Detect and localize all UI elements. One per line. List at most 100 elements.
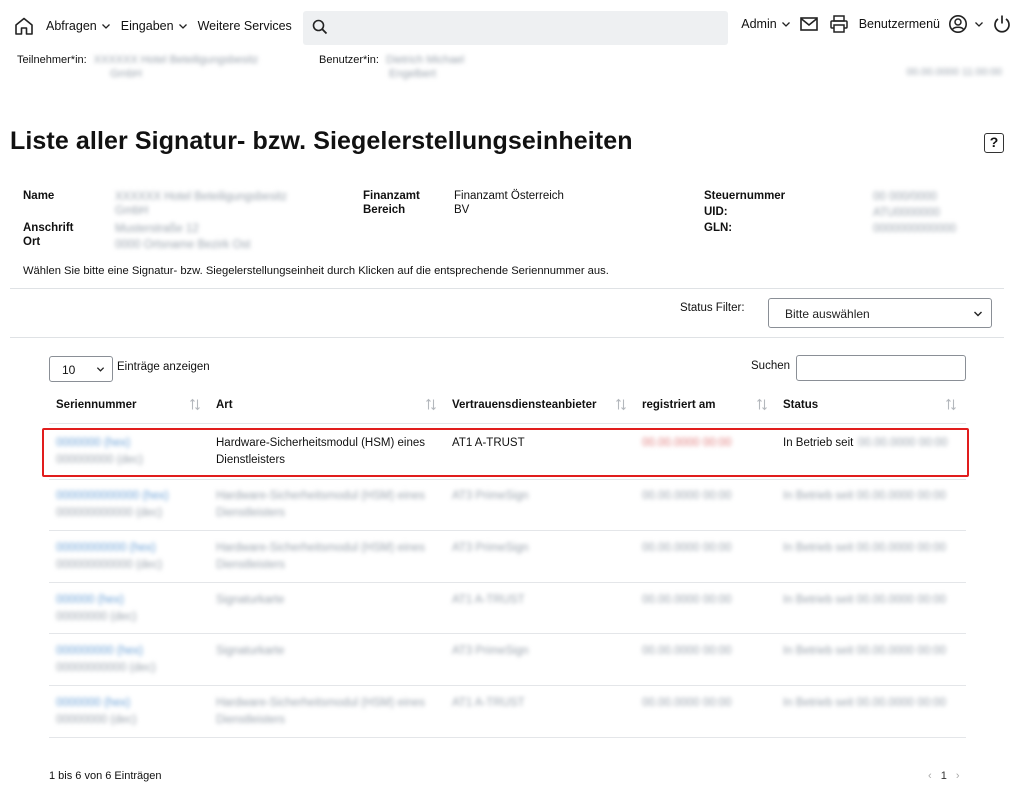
participant-value: XXXXXX Hotel Beteiligungsbesitz (93, 54, 259, 66)
row-5-serial-dec: 00000000 (dec) (56, 714, 137, 726)
user-value-2: Engelbert (389, 68, 437, 80)
nav-left: Abfragen Eingaben Weitere Services (14, 16, 302, 36)
row-4-art: Signaturkarte (216, 645, 285, 657)
row-4-registered: 00.00.0000 00:00 (642, 645, 732, 657)
header-vertrauensdiensteanbieter[interactable]: Vertrauensdiensteanbieter (452, 399, 596, 411)
status-filter-value: Bitte auswählen (785, 307, 870, 321)
table-search-input[interactable] (796, 355, 966, 381)
top-navigation: Abfragen Eingaben Weitere Services Admin… (0, 0, 1024, 56)
header-registriert-am[interactable]: registriert am (642, 399, 716, 411)
row-5-serial-hex[interactable]: 0000000 (hex) (56, 695, 130, 712)
uid-label: UID: (704, 206, 728, 218)
bereich-value: BV (454, 204, 470, 216)
anschrift-label: Anschrift (23, 222, 74, 234)
row-2-registered: 00.00.0000 00:00 (642, 542, 732, 554)
chevron-down-icon (974, 311, 982, 317)
home-icon[interactable] (14, 16, 34, 36)
row-separator (49, 737, 966, 738)
row-1-art: Hardware-Sicherheitsmodul (HSM) eines (216, 490, 425, 502)
table-info: 1 bis 6 von 6 Einträgen (49, 770, 162, 782)
row-1-registered: 00.00.0000 00:00 (642, 490, 732, 502)
entries-length-select[interactable]: 10 (49, 356, 113, 382)
row-3-serial-hex[interactable]: 000000 (hex) (56, 592, 124, 609)
bereich-label: Bereich (363, 204, 406, 216)
sort-icon[interactable] (615, 398, 627, 411)
ort-value: 0000 Ortsname Bezirk Ost (115, 239, 251, 251)
user-icon[interactable] (948, 14, 968, 34)
pagination-next[interactable]: › (956, 770, 960, 782)
global-search-input[interactable] (335, 17, 715, 39)
row-2-art-2: Dienstleisters (216, 559, 286, 571)
taxpayer-info: Name XXXXXX Hotel Beteiligungsbesitz Gmb… (23, 190, 993, 260)
row-separator (49, 530, 966, 531)
finanzamt-label: Finanzamt (363, 190, 420, 202)
row-1-serial-dec: 000000000000 (dec) (56, 507, 163, 519)
row-5-vda: AT1 A-TRUST (452, 697, 525, 709)
header-art[interactable]: Art (216, 399, 233, 411)
row-2-vda: AT3 PrimeSign (452, 542, 529, 554)
divider (10, 337, 1004, 338)
row-2-serial-dec: 000000000000 (dec) (56, 559, 163, 571)
nav-benutzermenu[interactable]: Benutzermenü (859, 17, 940, 31)
row-4-vda: AT3 PrimeSign (452, 645, 529, 657)
nav-abfragen[interactable]: Abfragen (46, 19, 111, 33)
row-1-serial-hex[interactable]: 0000000000000 (hex) (56, 488, 169, 505)
row-5-status: In Betrieb seit 00.00.0000 00:00 (783, 697, 947, 709)
name-value-2: GmbH (115, 205, 149, 217)
gln-label: GLN: (704, 222, 733, 234)
chevron-down-icon[interactable] (974, 19, 984, 29)
row-4-serial-dec: 00000000000 (dec) (56, 662, 156, 674)
pagination-page-1[interactable]: 1 (941, 770, 947, 782)
row-separator (49, 479, 966, 480)
gln-value: 0000000000000 (873, 223, 957, 235)
row-3-serial-dec: 00000000 (dec) (56, 611, 137, 623)
row-5-art: Hardware-Sicherheitsmodul (HSM) eines (216, 697, 425, 709)
row-separator (49, 633, 966, 634)
mail-icon[interactable] (799, 14, 819, 34)
chevron-down-icon (178, 24, 187, 29)
nav-abfragen-label: Abfragen (46, 19, 97, 33)
steuernummer-label: Steuernummer (704, 190, 786, 202)
nav-eingaben[interactable]: Eingaben (121, 19, 188, 33)
sort-icon[interactable] (945, 398, 957, 411)
nav-weitere-services[interactable]: Weitere Services (198, 19, 292, 33)
row-5-art-2: Dienstleisters (216, 714, 286, 726)
row-1-status: In Betrieb seit 00.00.0000 00:00 (783, 490, 947, 502)
global-search[interactable] (303, 11, 728, 45)
user-info: Benutzer*in: Dietrich Michael Engelbert (319, 53, 464, 81)
pagination: ‹ 1 › (928, 770, 960, 782)
sort-icon[interactable] (756, 398, 768, 411)
page-title: Liste aller Signatur- bzw. Siegelerstell… (10, 127, 633, 155)
participant-value-2: GmbH (110, 68, 142, 80)
session-datetime: 00.00.0000 11:00:00 (906, 66, 1002, 78)
entries-length-label: Einträge anzeigen (117, 361, 210, 373)
row-4-status: In Betrieb seit 00.00.0000 00:00 (783, 645, 947, 657)
row-2-serial-hex[interactable]: 00000000000 (hex) (56, 540, 156, 557)
printer-icon[interactable] (829, 14, 849, 34)
name-label: Name (23, 190, 55, 202)
status-filter-select[interactable]: Bitte auswählen (768, 298, 992, 328)
participant-info: Teilnehmer*in: XXXXXX Hotel Beteiligungs… (17, 53, 258, 81)
sort-icon[interactable] (189, 398, 201, 411)
table-search-label: Suchen (751, 360, 791, 372)
header-status[interactable]: Status (783, 399, 818, 411)
chevron-down-icon (101, 24, 110, 29)
search-icon (312, 19, 328, 35)
pagination-previous[interactable]: ‹ (928, 770, 932, 782)
row-3-art: Signaturkarte (216, 594, 285, 606)
sort-icon[interactable] (425, 398, 437, 411)
user-value: Dietrich Michael (386, 54, 465, 66)
row-separator (49, 685, 966, 686)
header-separator (49, 423, 966, 424)
row-4-serial-hex[interactable]: 000000000 (hex) (56, 643, 143, 660)
help-button[interactable]: ? (984, 133, 1004, 153)
steuernummer-value: 00 000/0000 (873, 191, 937, 203)
nav-right: Admin Benutzermenü (741, 14, 1012, 34)
nav-admin[interactable]: Admin (741, 17, 790, 31)
chevron-down-icon (96, 367, 105, 372)
row-2-status: In Betrieb seit 00.00.0000 00:00 (783, 542, 947, 554)
header-seriennummer[interactable]: Seriennummer (56, 399, 137, 411)
name-value: XXXXXX Hotel Beteiligungsbesitz (115, 191, 287, 203)
chevron-down-icon (781, 22, 790, 27)
power-icon[interactable] (992, 14, 1012, 34)
